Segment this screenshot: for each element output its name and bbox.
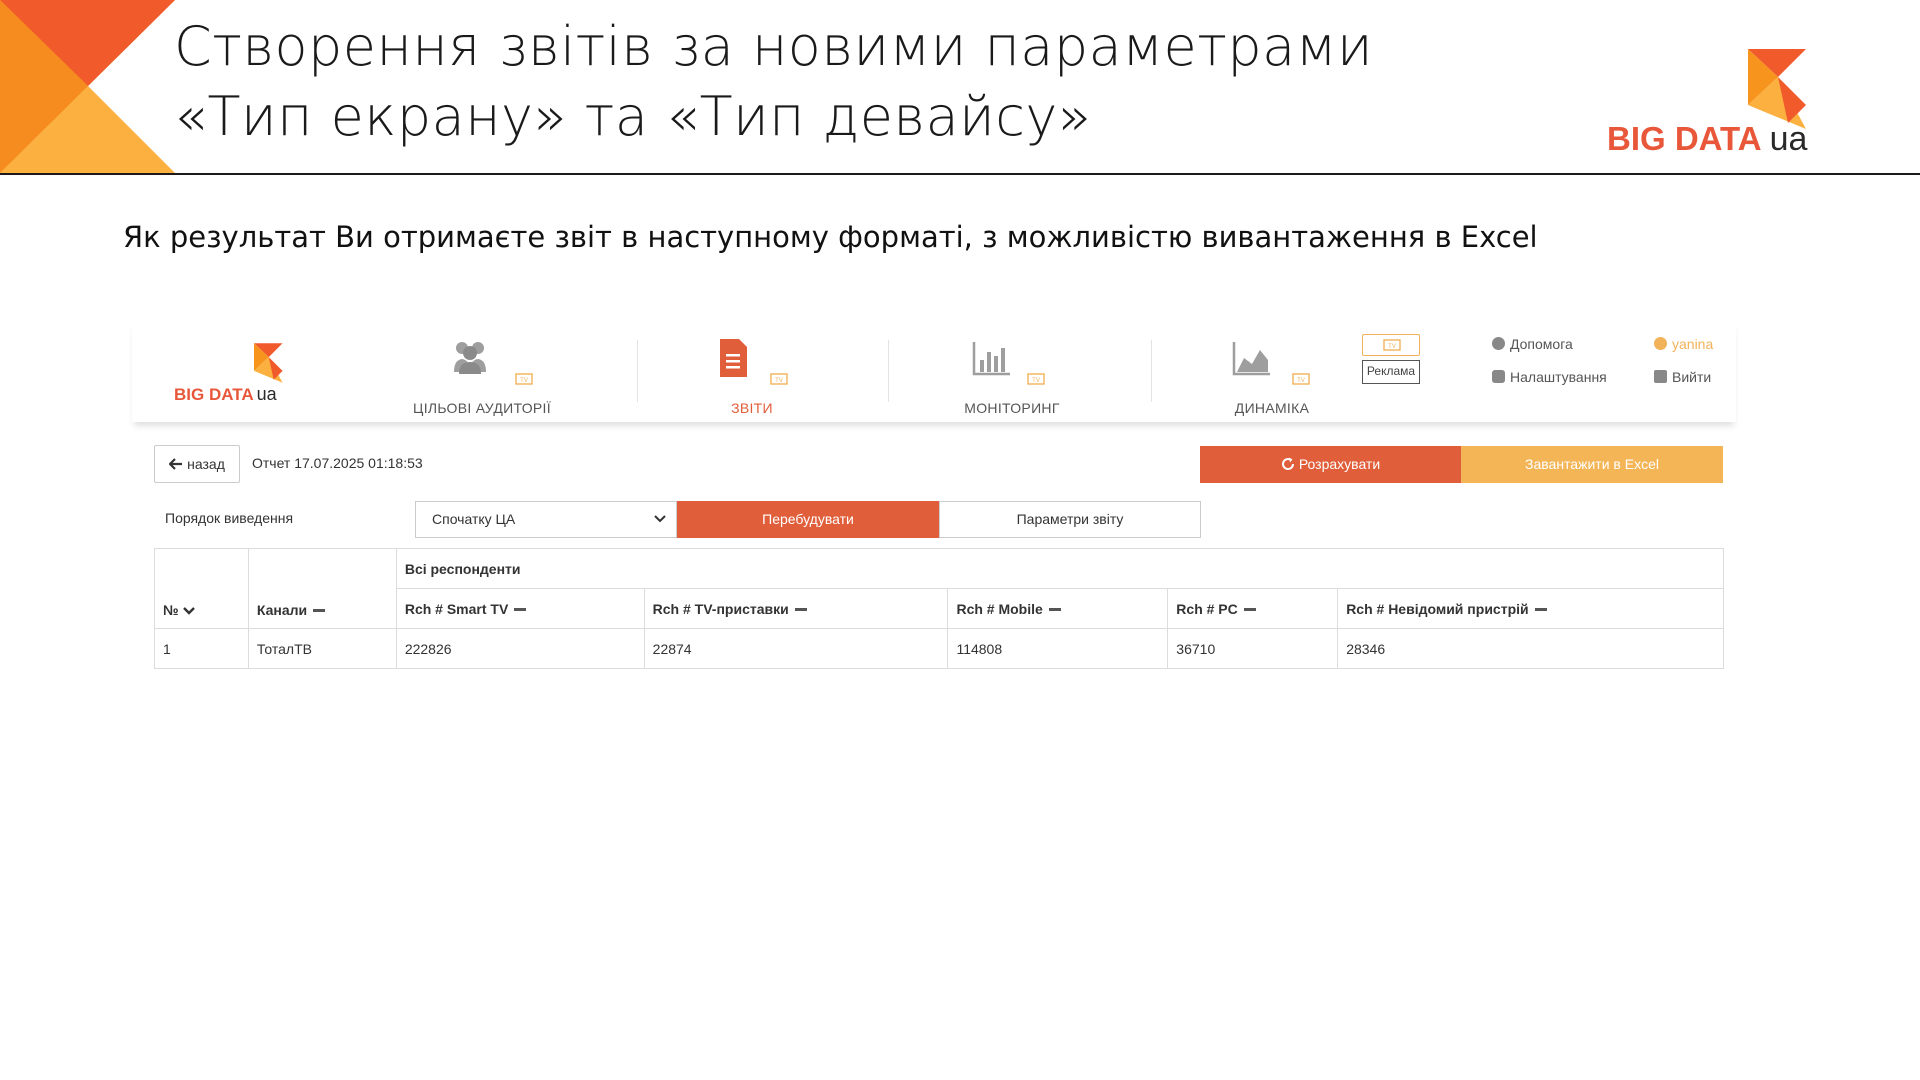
table-header-group-row: № Канали Всі респонденти xyxy=(154,548,1725,629)
tv-icon: TV xyxy=(1292,373,1310,385)
chevron-down-icon xyxy=(654,515,666,523)
app-logo-text: BIG DATA ua xyxy=(174,384,277,404)
nav-divider xyxy=(1151,340,1152,402)
collapse-icon xyxy=(1048,607,1061,611)
col-header-mobile[interactable]: Rch # Mobile xyxy=(947,588,1169,629)
cell-value: 22874 xyxy=(643,628,949,669)
app-logo-mark-icon xyxy=(254,343,283,383)
logout-link[interactable]: Вийти xyxy=(1654,369,1711,385)
nav-reports-label: ЗВІТИ xyxy=(731,400,773,416)
cell-value: 114808 xyxy=(947,628,1169,669)
gear-icon xyxy=(1492,370,1505,383)
svg-text:TV: TV xyxy=(775,378,783,384)
tv-icon: TV xyxy=(1027,373,1045,385)
bar-chart-icon xyxy=(972,342,1010,376)
collapse-icon xyxy=(1243,607,1256,611)
chevron-down-icon xyxy=(182,607,195,615)
col-header-tv-box[interactable]: Rch # TV-приставки xyxy=(643,588,949,629)
col-header-channels[interactable]: Канали xyxy=(247,548,397,629)
brand-logo-text: BIG DATA ua xyxy=(1607,120,1808,158)
arrow-left-icon xyxy=(168,458,183,470)
help-icon xyxy=(1492,337,1505,350)
tv-icon: TV xyxy=(1383,339,1401,351)
settings-link[interactable]: Налаштування xyxy=(1492,369,1607,385)
user-link[interactable]: yanina xyxy=(1654,336,1713,352)
help-link[interactable]: Допомога xyxy=(1492,336,1573,352)
collapse-icon xyxy=(794,607,807,611)
app-logo[interactable]: BIG DATA ua xyxy=(174,342,304,412)
cell-value: 28346 xyxy=(1337,628,1724,669)
collapse-icon xyxy=(514,607,527,611)
reklama-tv-toggle[interactable]: TV xyxy=(1362,334,1420,356)
brand-logo: BIG DATA ua xyxy=(1605,44,1835,164)
nav-monitoring-label: МОНІТОРИНГ xyxy=(964,400,1060,416)
cell-value: 36710 xyxy=(1167,628,1339,669)
corner-decoration xyxy=(0,0,175,173)
svg-text:TV: TV xyxy=(520,378,528,384)
nav-dynamics[interactable]: TV ДИНАМІКА xyxy=(1192,338,1352,418)
nav-reports[interactable]: TV ЗВІТИ xyxy=(672,338,832,418)
logout-icon xyxy=(1654,370,1667,383)
brand-logo-mark-icon xyxy=(1748,49,1806,129)
collapse-icon xyxy=(1534,607,1547,611)
title-divider xyxy=(0,173,1920,175)
intro-text: Як результат Ви отримаєте звіт в наступн… xyxy=(123,220,1538,254)
nav-target-audiences-label: ЦІЛЬОВІ АУДИТОРІЇ xyxy=(413,400,551,416)
reklama-toggle[interactable]: Реклама xyxy=(1362,360,1420,384)
report-params-button[interactable]: Параметри звіту xyxy=(939,501,1201,538)
area-chart-icon xyxy=(1232,342,1270,376)
nav-monitoring[interactable]: TV МОНІТОРИНГ xyxy=(932,338,1092,418)
svg-text:TV: TV xyxy=(1297,378,1305,384)
svg-text:TV: TV xyxy=(1032,378,1040,384)
report-table: № Канали Всі респонденти Rch # Smart TV … xyxy=(154,548,1725,669)
nav-dynamics-label: ДИНАМІКА xyxy=(1234,400,1310,416)
app-screenshot: BIG DATA ua TV ЦІЛЬОВІ АУДИТОРІЇ TV ЗВІТИ xyxy=(132,320,1736,680)
tv-icon: TV xyxy=(770,373,788,385)
app-header: BIG DATA ua TV ЦІЛЬОВІ АУДИТОРІЇ TV ЗВІТИ xyxy=(132,320,1736,422)
nav-divider xyxy=(637,340,638,402)
tv-icon: TV xyxy=(515,373,533,385)
export-excel-button[interactable]: Завантажити в Excel xyxy=(1461,446,1723,483)
output-order-label: Порядок виведення xyxy=(165,510,294,526)
slide-title-line-2: «Тип екрану» та «Тип девайсу» xyxy=(174,85,1092,148)
table-row: 1 ТоталТВ 222826 22874 114808 36710 2834… xyxy=(154,628,1724,669)
users-icon xyxy=(454,342,486,374)
group-header-all-respondents: Всі респонденти xyxy=(395,548,1725,589)
report-timestamp: Отчет 17.07.2025 01:18:53 xyxy=(252,455,423,471)
cell-value: 222826 xyxy=(395,628,645,669)
collapse-icon xyxy=(313,609,326,612)
slide-title-line-1: Створення звітів за новими параметрами xyxy=(174,15,1374,78)
calculate-button[interactable]: Розрахувати xyxy=(1200,446,1461,483)
nav-target-audiences[interactable]: TV ЦІЛЬОВІ АУДИТОРІЇ xyxy=(402,338,562,418)
svg-text:TV: TV xyxy=(1388,344,1396,350)
col-header-unknown-device[interactable]: Rch # Невідомий пристрій xyxy=(1337,588,1724,629)
output-order-select[interactable]: Спочатку ЦА xyxy=(415,501,677,538)
nav-divider xyxy=(888,340,889,402)
refresh-icon xyxy=(1281,457,1294,470)
cell-num: 1 xyxy=(154,628,249,669)
col-header-pc[interactable]: Rch # PC xyxy=(1167,588,1339,629)
rebuild-button[interactable]: Перебудувати xyxy=(677,501,939,538)
slide-title: Створення звітів за новими параметрами «… xyxy=(174,12,1574,152)
back-button[interactable]: назад xyxy=(154,445,240,483)
user-icon xyxy=(1654,337,1667,350)
cell-channel: ТоталТВ xyxy=(247,628,397,669)
document-icon xyxy=(720,339,747,377)
col-header-num[interactable]: № xyxy=(154,548,249,629)
col-header-smart-tv[interactable]: Rch # Smart TV xyxy=(395,588,645,629)
